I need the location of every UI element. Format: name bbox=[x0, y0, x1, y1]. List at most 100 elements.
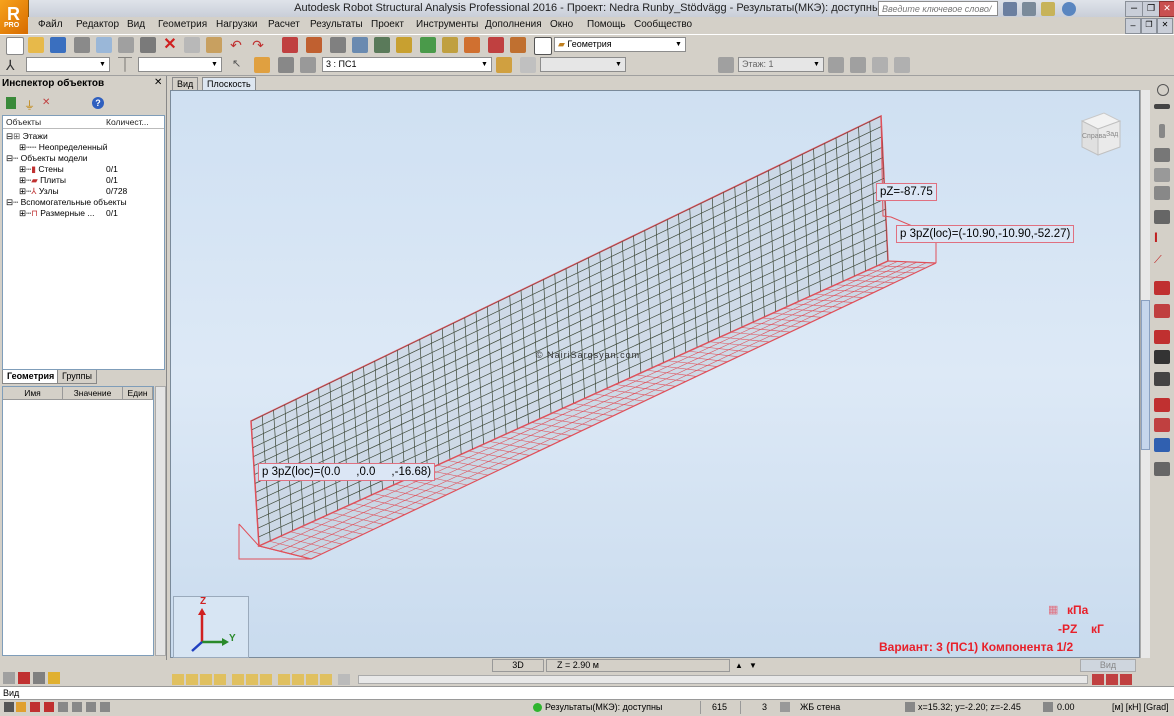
doc-close-button[interactable]: ✕ bbox=[1157, 18, 1173, 34]
zoom-icon[interactable] bbox=[352, 37, 368, 53]
tree-item-undefined[interactable]: ⊞┄┄ Неопределенный bbox=[19, 142, 108, 153]
meshing-icon[interactable] bbox=[1154, 398, 1170, 412]
copy-icon[interactable] bbox=[184, 37, 200, 53]
results-diagram-icon[interactable] bbox=[1106, 674, 1118, 685]
section-icon[interactable] bbox=[780, 702, 790, 712]
notes-icon[interactable] bbox=[48, 672, 60, 684]
story-table-icon[interactable] bbox=[894, 57, 910, 73]
menu-geometry[interactable]: Геометрия bbox=[158, 19, 207, 30]
bar-icon[interactable]: ⏉ bbox=[118, 57, 134, 73]
case-definition-icon[interactable] bbox=[496, 57, 512, 73]
story-combo[interactable]: Этаж: 1 ▼ bbox=[738, 57, 824, 72]
nodes-icon[interactable] bbox=[1157, 84, 1169, 96]
story-down-icon[interactable] bbox=[850, 57, 866, 73]
print-preview-icon[interactable] bbox=[96, 37, 112, 53]
combination-combo[interactable]: ▼ bbox=[540, 57, 626, 72]
close-icon[interactable]: ✕ bbox=[154, 77, 162, 88]
view-mode-button[interactable]: 3D bbox=[492, 659, 544, 672]
display-icon[interactable] bbox=[396, 37, 412, 53]
view-xz-icon[interactable] bbox=[186, 674, 198, 685]
tab-geometry[interactable]: Геометрия bbox=[2, 370, 60, 384]
tables-icon[interactable] bbox=[282, 37, 298, 53]
display-values-icon[interactable] bbox=[320, 674, 332, 685]
node-combo[interactable]: ▼ bbox=[26, 57, 110, 72]
save-icon[interactable] bbox=[50, 37, 66, 53]
display-panels-icon[interactable] bbox=[260, 674, 272, 685]
lock-icon[interactable] bbox=[330, 37, 346, 53]
frames-icon[interactable] bbox=[1154, 350, 1170, 364]
status-layers-icon[interactable] bbox=[44, 702, 54, 712]
print-icon[interactable] bbox=[74, 37, 90, 53]
status-grid-icon[interactable] bbox=[30, 702, 40, 712]
search-icon[interactable] bbox=[1003, 2, 1017, 16]
printout-icon[interactable] bbox=[33, 672, 45, 684]
view-xy-icon[interactable] bbox=[214, 674, 226, 685]
node-icon[interactable]: ⅄ bbox=[6, 57, 22, 73]
display-bars-icon[interactable] bbox=[246, 674, 258, 685]
scrollbar-thumb[interactable] bbox=[1141, 300, 1150, 450]
mesh-options-icon[interactable] bbox=[1154, 418, 1170, 432]
menu-edit[interactable]: Редактор bbox=[76, 19, 119, 30]
view-yz-icon[interactable] bbox=[200, 674, 212, 685]
doc-minimize-button[interactable]: – bbox=[1125, 18, 1141, 34]
menu-file[interactable]: Файл bbox=[38, 19, 63, 30]
trusses-icon[interactable] bbox=[1154, 372, 1170, 386]
tab-groups[interactable]: Группы bbox=[57, 370, 97, 384]
view-settings-icon[interactable] bbox=[338, 674, 350, 685]
open-folder-icon[interactable] bbox=[28, 37, 44, 53]
menu-community[interactable]: Сообщество bbox=[634, 19, 692, 30]
story-manage-icon[interactable] bbox=[872, 57, 888, 73]
panel-icon[interactable] bbox=[254, 57, 270, 73]
solids-icon[interactable] bbox=[1154, 186, 1170, 200]
menu-tools[interactable]: Инструменты bbox=[416, 19, 478, 30]
restore-button[interactable]: ❐ bbox=[1142, 1, 1160, 17]
status-snap-icon[interactable] bbox=[16, 702, 26, 712]
camera-icon[interactable] bbox=[140, 37, 156, 53]
menu-addins[interactable]: Дополнения bbox=[485, 19, 542, 30]
filter-icon[interactable]: ⏚ bbox=[24, 97, 36, 112]
section-icon[interactable]: I bbox=[1154, 230, 1170, 244]
display-supports-icon[interactable] bbox=[292, 674, 304, 685]
screen-capture-icon[interactable] bbox=[118, 37, 134, 53]
view-cube[interactable]: Справа Зад bbox=[1074, 109, 1124, 159]
redo-icon[interactable]: ↷ bbox=[250, 37, 266, 53]
results-icon[interactable] bbox=[18, 672, 30, 684]
menu-results[interactable]: Результаты bbox=[310, 19, 363, 30]
minimize-button[interactable]: – bbox=[1125, 1, 1143, 17]
calculator-icon[interactable] bbox=[306, 37, 322, 53]
layout-combo[interactable]: ▰ Геометрия ▼ bbox=[554, 37, 686, 52]
doc-restore-button[interactable]: ❐ bbox=[1141, 18, 1157, 34]
load-case-combo[interactable]: 3 : ПС1 ▼ bbox=[322, 57, 492, 72]
results-deformation-icon[interactable] bbox=[1120, 674, 1132, 685]
select-icon[interactable]: ↖ bbox=[232, 57, 248, 73]
object-icon[interactable] bbox=[278, 57, 294, 73]
bars-icon[interactable] bbox=[1154, 104, 1170, 109]
columns-icon[interactable] bbox=[1159, 124, 1165, 138]
z-level-field[interactable]: Z = 2.90 м bbox=[546, 659, 730, 672]
view-3d-icon[interactable] bbox=[172, 674, 184, 685]
help-icon[interactable] bbox=[1062, 2, 1076, 16]
results-map-icon[interactable] bbox=[1092, 674, 1104, 685]
new-file-icon[interactable] bbox=[6, 37, 24, 55]
tree-item-slabs[interactable]: ⊞┄▰ Плиты 0/1 bbox=[19, 175, 159, 186]
horizontal-scrollbar[interactable] bbox=[358, 675, 1088, 684]
beams-icon[interactable] bbox=[1154, 148, 1170, 162]
status-copy-icon[interactable] bbox=[72, 702, 82, 712]
table-icon[interactable] bbox=[1154, 438, 1170, 452]
menu-help[interactable]: Помощь bbox=[587, 19, 626, 30]
menu-loads[interactable]: Нагрузки bbox=[216, 19, 257, 30]
story-icon[interactable] bbox=[718, 57, 734, 73]
communication-icon[interactable] bbox=[1022, 2, 1036, 16]
favorites-star-icon[interactable] bbox=[1041, 2, 1055, 16]
status-sections-icon[interactable] bbox=[86, 702, 96, 712]
loads-icon[interactable] bbox=[1154, 304, 1170, 318]
filter-clear-icon[interactable]: ✕ bbox=[42, 97, 54, 109]
status-tool-icon[interactable] bbox=[4, 702, 14, 712]
walls-icon[interactable] bbox=[1154, 210, 1170, 224]
close-button[interactable]: ✕ bbox=[1159, 1, 1174, 17]
tab-view[interactable]: Вид bbox=[172, 77, 199, 91]
loads-icon[interactable] bbox=[464, 37, 480, 53]
status-display-icon[interactable] bbox=[58, 702, 68, 712]
tree-item-nodes[interactable]: ⊞┄⅄ Узлы 0/728 bbox=[19, 186, 159, 197]
undo-icon[interactable]: ↶ bbox=[228, 37, 244, 53]
